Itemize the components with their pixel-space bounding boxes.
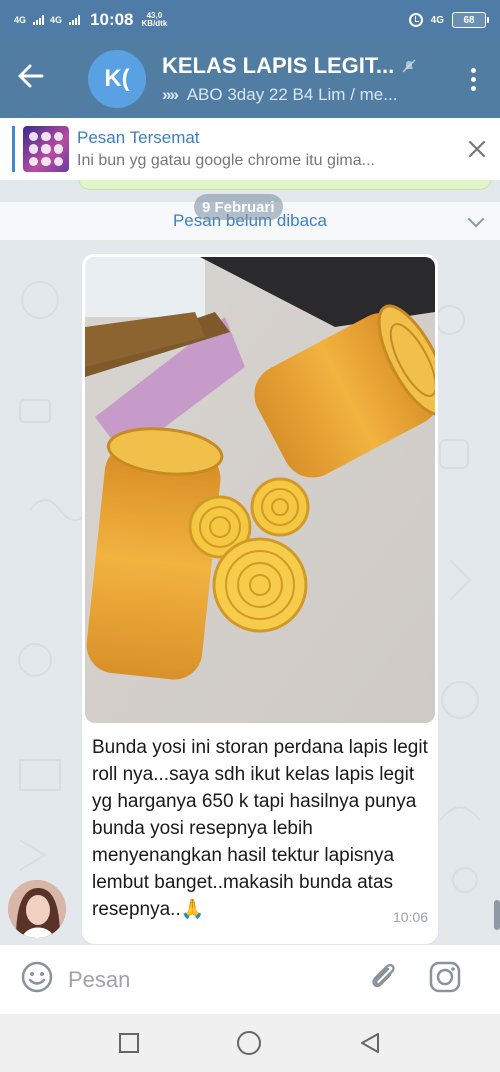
status-bar: 4G 4G 10:08 43,0 KB/dtk 4G 68: [0, 0, 500, 40]
signal-2-icon: [69, 15, 81, 25]
group-title: KELAS LAPIS LEGIT...: [162, 53, 442, 79]
message-bubble[interactable]: Bunda yosi ini storan perdana lapis legi…: [82, 254, 438, 944]
group-title-text: KELAS LAPIS LEGIT...: [162, 53, 395, 78]
attach-button[interactable]: [368, 961, 400, 998]
battery-level: 68: [463, 14, 475, 26]
emoji-button[interactable]: [20, 960, 54, 999]
chat-area[interactable]: Pesan belum dibaca 9 Februari Bunda yosi…: [0, 180, 500, 944]
status-left: 4G 4G 10:08 43,0 KB/dtk: [14, 10, 167, 30]
date-pill: 9 Februari: [194, 194, 283, 220]
dot-icon: [471, 76, 476, 82]
system-nav-bar: [0, 1014, 500, 1072]
group-avatar-initials: K(: [104, 65, 130, 92]
square-icon: [119, 1033, 139, 1053]
arrow-left-icon: [18, 64, 44, 88]
more-menu-button[interactable]: [471, 67, 476, 91]
pinned-thumbnail: [23, 126, 69, 172]
chat-header: K( KELAS LAPIS LEGIT... »» ABO 3day 22 B…: [0, 40, 500, 118]
pinned-label: Pesan Tersemat: [77, 128, 200, 147]
group-subtitle: »» ABO 3day 22 B4 Lim / me...: [162, 85, 442, 105]
status-right: 4G 68: [408, 12, 489, 28]
dot-icon: [471, 67, 476, 73]
message-composer: [0, 944, 500, 1014]
pinned-preview: Ini bun yg gatau google chrome itu gima.…: [77, 152, 375, 169]
scrollbar-thumb[interactable]: [494, 900, 500, 930]
subtitle-prefix: »»: [162, 85, 179, 104]
battery-icon: 68: [452, 12, 489, 28]
group-title-block[interactable]: KELAS LAPIS LEGIT... »» ABO 3day 22 B4 L…: [162, 53, 442, 105]
lapis-legit-photo: [85, 257, 435, 723]
recent-apps-button[interactable]: [118, 1032, 140, 1054]
previous-message-bubble: [78, 180, 492, 190]
message-input[interactable]: [68, 959, 358, 1000]
alarm-icon: [408, 13, 423, 27]
triangle-back-icon: [361, 1033, 379, 1053]
net-speed-unit: KB/dtk: [141, 19, 168, 28]
subtitle-text: ABO 3day 22 B4 Lim / me...: [186, 85, 398, 104]
sender-photo: [8, 880, 66, 938]
message-time: 10:06: [392, 909, 428, 925]
signal-1-icon: [33, 15, 45, 25]
pin-close-button[interactable]: [468, 133, 486, 165]
message-photo[interactable]: [85, 257, 435, 723]
signal-1-label: 4G: [14, 14, 27, 25]
status-clock: 10:08: [90, 10, 134, 29]
group-avatar[interactable]: K(: [88, 50, 146, 108]
home-button[interactable]: [236, 1030, 262, 1056]
paperclip-icon: [372, 963, 395, 988]
close-icon: [468, 140, 486, 158]
pinned-message-bar[interactable]: Pesan Tersemat Ini bun yg gatau google c…: [0, 118, 500, 180]
signal-2-label: 4G: [50, 14, 63, 25]
net-speed: 43,0 KB/dtk: [142, 12, 168, 28]
circle-icon: [237, 1031, 261, 1055]
smiley-icon: [21, 961, 53, 993]
instagram-camera-icon: [429, 961, 461, 993]
camera-button[interactable]: [428, 960, 462, 999]
sender-avatar[interactable]: [8, 880, 66, 938]
back-button[interactable]: [18, 62, 58, 96]
dot-icon: [471, 85, 476, 91]
date-label: 9 Februari: [202, 198, 275, 216]
pinned-accent-bar: [12, 126, 15, 172]
system-back-button[interactable]: [358, 1031, 382, 1055]
pinned-text: Pesan Tersemat Ini bun yg gatau google c…: [77, 128, 447, 170]
muted-bell-icon: [402, 59, 416, 73]
network-type: 4G: [430, 14, 444, 26]
message-text: Bunda yosi ini storan perdana lapis legi…: [92, 737, 428, 920]
